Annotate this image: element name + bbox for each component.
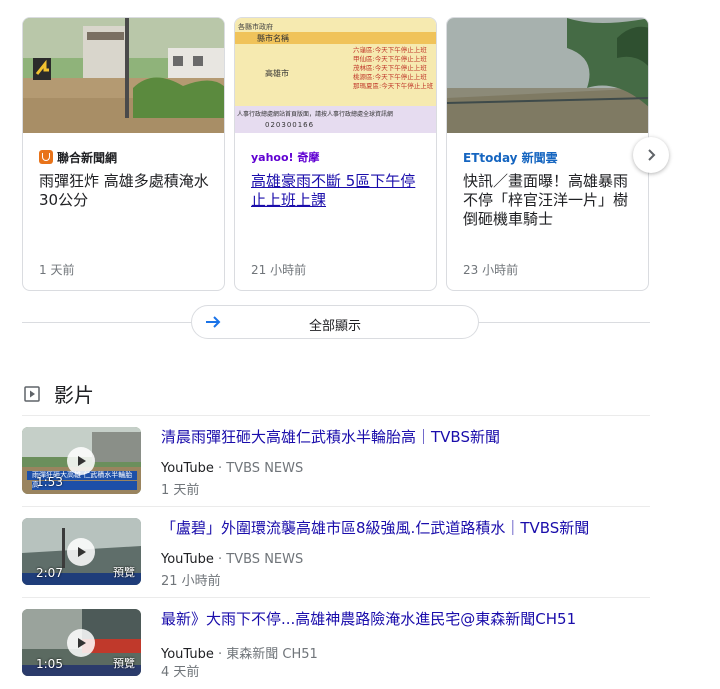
notice-phone: 020300166 <box>265 121 315 129</box>
video-channel-name: TVBS NEWS <box>226 461 304 476</box>
video-age: 1 天前 <box>161 483 200 498</box>
video-thumbnail[interactable]: 雨彈狂砸大高雄 仁武積水半輪胎高 1:53 <box>22 427 141 494</box>
play-icon[interactable] <box>67 447 95 475</box>
video-thumbnail[interactable]: 1:05 預覽 <box>22 609 141 676</box>
video-duration: 2:07 <box>36 566 63 580</box>
news-thumbnail-storm <box>447 18 648 133</box>
news-source: 聯合新聞網 <box>39 149 117 165</box>
news-source: ETtoday 新聞雲 <box>463 149 558 165</box>
video-result[interactable]: 2:07 預覽 「盧碧」外圍環流襲高雄市區8級強風.仁武道路積水｜TVBS新聞 … <box>22 506 650 598</box>
section-title: 影片 <box>54 383 94 407</box>
video-channel: YouTube · TVBS NEWS <box>161 552 304 567</box>
news-carousel: 聯合新聞網 雨彈狂炸 高雄多處積淹水30公分 1 天前 各縣市政府 縣市名稱 高… <box>22 17 650 291</box>
video-duration: 1:05 <box>36 657 63 671</box>
notice-district: 那瑪夏區:今天下午停止上班 <box>353 82 434 90</box>
udn-logo-icon <box>39 150 53 164</box>
carousel-next-button[interactable] <box>633 137 669 173</box>
video-preview-badge: 預覽 <box>113 566 135 579</box>
yahoo-logo: yahoo! 奇摩 <box>251 151 320 164</box>
news-card[interactable]: ETtoday 新聞雲 快訊／畫面曝！高雄暴雨不停「梓官汪洋一片」樹倒砸機車騎士… <box>446 17 649 291</box>
notice-district: 桃源區:今天下午停止上班 <box>353 73 427 81</box>
news-headline[interactable]: 高雄豪雨不斷 5區下午停止上班上課 <box>251 172 423 210</box>
video-channel: YouTube · 東森新聞 CH51 <box>161 647 318 662</box>
video-channel: YouTube · TVBS NEWS <box>161 461 304 476</box>
video-title[interactable]: 最新》大雨下不停...高雄神農路險淹水進民宅@東森新聞CH51 <box>161 608 576 629</box>
notice-district: 甲仙區:今天下午停止上班 <box>353 55 427 63</box>
video-channel-name: TVBS NEWS <box>226 552 304 567</box>
video-thumbnail[interactable]: 2:07 預覽 <box>22 518 141 585</box>
news-headline[interactable]: 雨彈狂炸 高雄多處積淹水30公分 <box>39 172 211 210</box>
video-channel-name: 東森新聞 CH51 <box>226 647 318 662</box>
video-platform: YouTube <box>161 461 214 476</box>
notice-district: 茂林區:今天下午停止上班 <box>353 64 427 72</box>
news-thumbnail-flood <box>23 18 224 133</box>
news-age: 23 小時前 <box>463 263 519 277</box>
video-title[interactable]: 「盧碧」外圍環流襲高雄市區8級強風.仁武道路積水｜TVBS新聞 <box>161 517 589 538</box>
video-result[interactable]: 1:05 預覽 最新》大雨下不停...高雄神農路險淹水進民宅@東森新聞CH51 … <box>22 597 650 689</box>
video-duration: 1:53 <box>36 475 63 489</box>
news-card[interactable]: 各縣市政府 縣市名稱 高雄市 六龜區:今天下午停止上班 甲仙區:今天下午停止上班… <box>234 17 437 291</box>
notice-footer-note: 人事行政總處網站首頁版面，請按人事行政總處全球資訊網 <box>237 111 394 118</box>
video-age: 21 小時前 <box>161 574 221 589</box>
notice-district: 六龜區:今天下午停止上班 <box>353 46 427 54</box>
show-all-button[interactable]: 全部顯示 <box>191 305 479 339</box>
play-icon[interactable] <box>67 538 95 566</box>
video-platform: YouTube <box>161 647 214 662</box>
show-all-label: 全部顯示 <box>308 319 361 334</box>
news-thumbnail-notice: 各縣市政府 縣市名稱 高雄市 六龜區:今天下午停止上班 甲仙區:今天下午停止上班… <box>235 18 436 133</box>
news-age: 21 小時前 <box>251 263 307 277</box>
notice-city: 高雄市 <box>265 69 289 78</box>
videos-section-header: 影片 <box>24 379 94 408</box>
play-icon[interactable] <box>67 629 95 657</box>
news-card[interactable]: 聯合新聞網 雨彈狂炸 高雄多處積淹水30公分 1 天前 <box>22 17 225 291</box>
video-age: 4 天前 <box>161 665 200 680</box>
news-headline[interactable]: 快訊／畫面曝！高雄暴雨不停「梓官汪洋一片」樹倒砸機車騎士 <box>463 172 635 229</box>
ettoday-logo: ETtoday 新聞雲 <box>463 150 558 165</box>
video-result[interactable]: 雨彈狂砸大高雄 仁武積水半輪胎高 1:53 清晨雨彈狂砸大高雄仁武積水半輪胎高｜… <box>22 415 650 507</box>
play-square-icon <box>24 385 40 402</box>
video-platform: YouTube <box>161 552 214 567</box>
video-preview-badge: 預覽 <box>113 657 135 670</box>
chevron-right-icon <box>648 149 656 161</box>
news-age: 1 天前 <box>39 263 75 277</box>
news-source-name: 聯合新聞網 <box>57 150 118 165</box>
news-source: yahoo! 奇摩 <box>251 149 319 165</box>
notice-header: 各縣市政府 <box>238 23 273 31</box>
video-title[interactable]: 清晨雨彈狂砸大高雄仁武積水半輪胎高｜TVBS新聞 <box>161 426 500 447</box>
notice-column-header: 縣市名稱 <box>257 34 289 43</box>
